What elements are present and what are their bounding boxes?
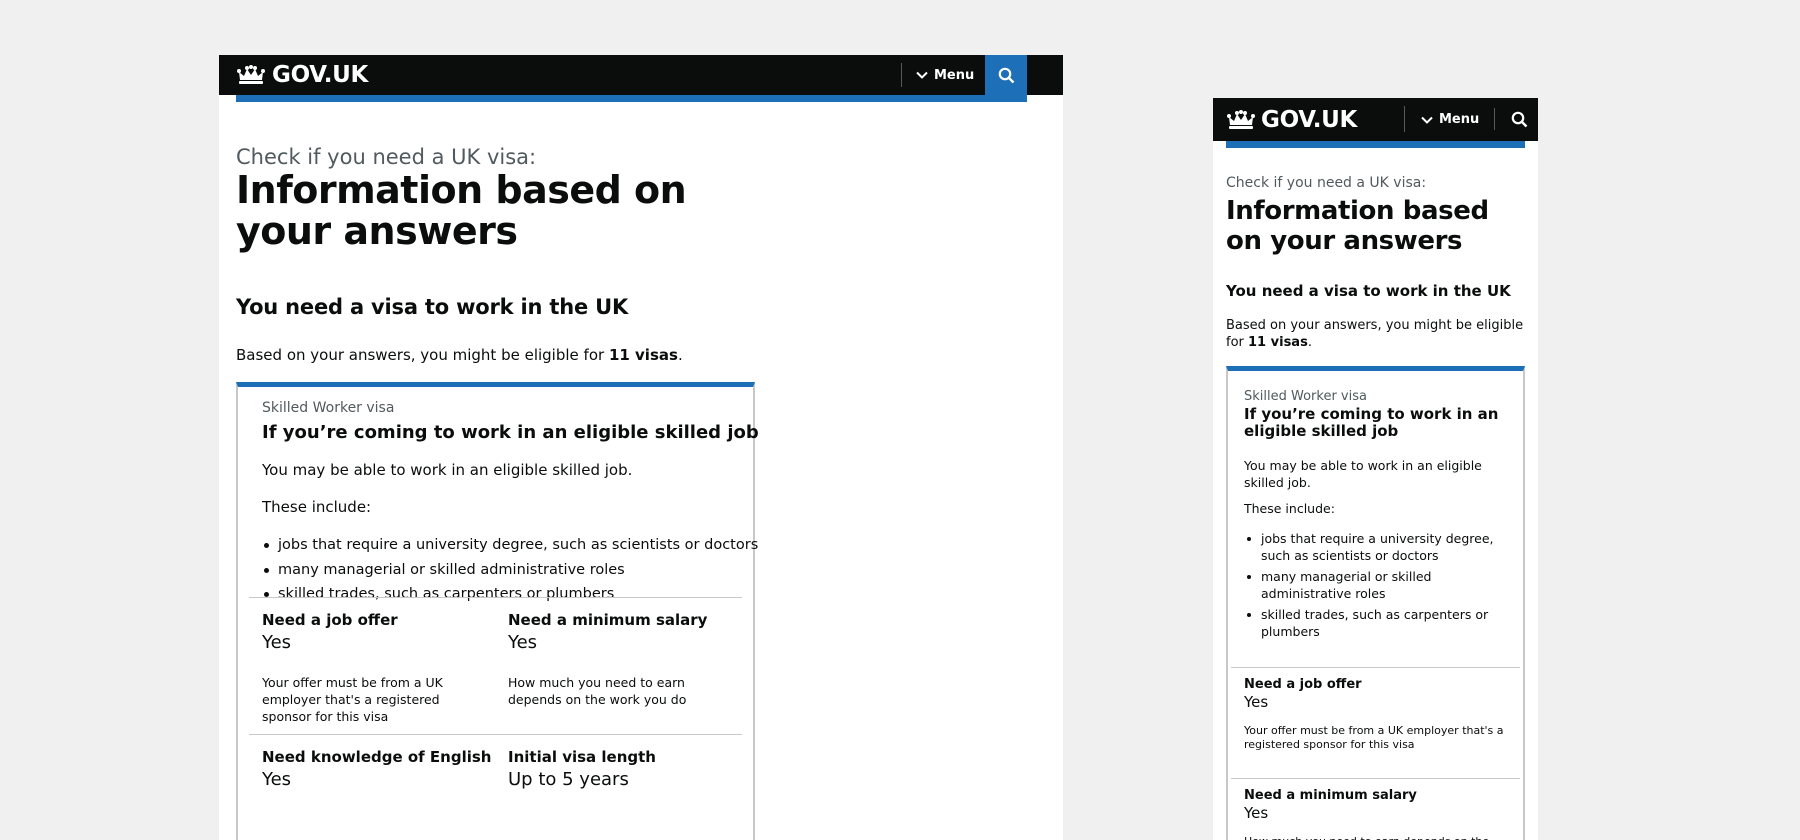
fact-english-heading: Need knowledge of English xyxy=(262,748,492,766)
fact-length-heading: Initial visa length xyxy=(508,748,656,766)
list-item: many managerial or skilled administrativ… xyxy=(262,558,758,583)
list-intro: These include: xyxy=(262,498,372,516)
fact-job-offer-note: Your offer must be from a UK employer th… xyxy=(1244,724,1504,751)
card-divider xyxy=(1231,778,1520,779)
govuk-logo-link[interactable]: GOV.UK xyxy=(236,61,368,89)
result-heading: You need a visa to work in the UK xyxy=(236,295,629,319)
fact-length-value: Up to 5 years xyxy=(508,769,629,790)
list-intro: These include: xyxy=(1244,501,1335,516)
job-list: jobs that require a university degree, s… xyxy=(1244,530,1504,644)
mobile-view: GOV.UK Menu Check if you need a UK visa:… xyxy=(1213,98,1538,840)
visa-intro: You may be able to work in an eligible s… xyxy=(1244,458,1482,490)
search-icon xyxy=(998,67,1015,84)
fact-english-value: Yes xyxy=(262,769,292,790)
logo-text: GOV.UK xyxy=(272,62,369,88)
fact-salary-note: How much you need to earn depends on the… xyxy=(1244,835,1509,840)
list-item: many managerial or skilled administrativ… xyxy=(1244,568,1504,602)
govuk-logo-link[interactable]: GOV.UK xyxy=(1226,106,1357,134)
fact-salary-heading: Need a minimum salary xyxy=(1244,788,1417,803)
result-heading: You need a visa to work in the UK xyxy=(1226,282,1511,300)
page-caption: Check if you need a UK visa: xyxy=(1226,175,1427,191)
chevron-down-icon xyxy=(916,71,928,79)
visa-count: 11 visas xyxy=(608,346,678,364)
visa-card: Skilled Worker visa If you’re coming to … xyxy=(236,382,759,840)
job-list: jobs that require a university degree, s… xyxy=(262,533,758,607)
fact-job-offer-value: Yes xyxy=(262,632,292,653)
card-divider xyxy=(249,597,742,598)
summary-end: . xyxy=(1307,335,1312,350)
summary-end: . xyxy=(677,346,683,364)
menu-button[interactable]: Menu xyxy=(1421,98,1479,141)
visa-card-title: If you’re coming to work in an eligible … xyxy=(262,422,759,443)
fact-job-offer-value: Yes xyxy=(1244,693,1269,711)
desktop-view: GOV.UK Menu Check if you need a UK visa:… xyxy=(219,55,1063,840)
menu-label: Menu xyxy=(934,67,975,83)
page-caption: Check if you need a UK visa: xyxy=(236,145,537,169)
list-item: skilled trades, such as carpenters or pl… xyxy=(1244,606,1504,640)
menu-button[interactable]: Menu xyxy=(916,55,974,95)
summary-text: Based on your answers, you might be elig… xyxy=(236,346,609,364)
fact-salary-value: Yes xyxy=(508,632,538,653)
site-header: GOV.UK Menu xyxy=(1213,98,1538,141)
eligibility-summary: Based on your answers, you might be elig… xyxy=(236,346,683,364)
visa-intro: You may be able to work in an eligible s… xyxy=(262,461,633,479)
menu-divider xyxy=(1404,106,1405,132)
logo-text: GOV.UK xyxy=(1261,107,1358,133)
card-divider xyxy=(1231,667,1520,668)
visa-name: Skilled Worker visa xyxy=(1244,389,1367,404)
list-item: jobs that require a university degree, s… xyxy=(262,533,758,558)
visa-card: Skilled Worker visa If you’re coming to … xyxy=(1226,366,1525,840)
page-title: Information based on your answers xyxy=(1226,196,1489,256)
fact-job-offer-heading: Need a job offer xyxy=(1244,677,1362,692)
header-blue-bar xyxy=(1226,141,1525,148)
search-icon xyxy=(1511,111,1528,128)
header-blue-bar xyxy=(236,95,1027,102)
fact-salary-note: How much you need to earn depends on the… xyxy=(508,675,687,707)
visa-card-title: If you’re coming to work in an eligible … xyxy=(1244,405,1499,440)
fact-salary-heading: Need a minimum salary xyxy=(508,611,708,629)
chevron-down-icon xyxy=(1421,116,1433,124)
fact-salary-value: Yes xyxy=(1244,804,1269,822)
menu-divider xyxy=(901,63,902,87)
crown-icon xyxy=(236,64,266,86)
search-button[interactable] xyxy=(985,55,1027,95)
list-item: jobs that require a university degree, s… xyxy=(1244,530,1504,564)
card-divider xyxy=(249,734,742,735)
visa-name: Skilled Worker visa xyxy=(262,400,395,416)
eligibility-summary: Based on your answers, you might be elig… xyxy=(1226,317,1525,351)
fact-job-offer-note: Your offer must be from a UK employer th… xyxy=(262,675,443,724)
list-item: skilled trades, such as carpenters or pl… xyxy=(262,582,758,607)
fact-job-offer-heading: Need a job offer xyxy=(262,611,398,629)
search-divider xyxy=(1494,108,1495,130)
page-title: Information based on your answers xyxy=(236,168,687,253)
site-header: GOV.UK Menu xyxy=(219,55,1063,95)
search-button[interactable] xyxy=(1503,98,1535,141)
crown-icon xyxy=(1226,109,1256,131)
visa-count: 11 visas xyxy=(1248,335,1308,350)
menu-label: Menu xyxy=(1439,112,1480,127)
